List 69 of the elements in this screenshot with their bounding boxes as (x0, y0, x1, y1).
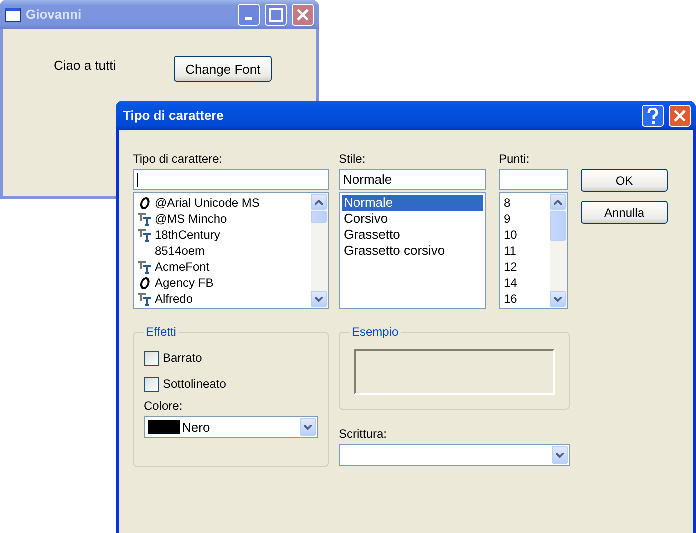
dialog-button[interactable]: Annulla (581, 201, 668, 224)
dropdown-button[interactable] (300, 418, 316, 436)
font-list-item[interactable]: Agency FB (136, 275, 309, 291)
script-dropdown[interactable] (339, 444, 570, 466)
double-t-icon (138, 228, 152, 242)
effects-legend: Effetti (144, 325, 178, 339)
close-icon (296, 8, 310, 22)
scrollbar[interactable] (311, 193, 328, 308)
minimize-icon (244, 17, 252, 20)
size-input[interactable] (499, 169, 568, 190)
checkbox[interactable] (144, 376, 159, 392)
size-list-item[interactable]: 10 (502, 227, 548, 243)
question-mark-icon (647, 108, 659, 124)
scroll-up-button[interactable] (550, 194, 566, 210)
checkbox-label: Barrato (163, 351, 202, 365)
dropdown-button[interactable] (552, 446, 568, 464)
style-list-item[interactable]: Corsivo (342, 211, 483, 227)
style-list-item[interactable]: Grassetto corsivo (342, 243, 483, 259)
style-list-item[interactable]: Grassetto (342, 227, 483, 243)
double-t-icon (138, 292, 152, 306)
checkbox-label: Sottolineato (163, 377, 226, 391)
dialog-title: Tipo di carattere (122, 108, 225, 123)
scrollbar-thumb[interactable] (550, 211, 566, 241)
color-dropdown[interactable]: Nero (144, 416, 318, 438)
close-icon (673, 108, 687, 122)
italic-o-icon (138, 276, 152, 290)
size-list-item[interactable]: 14 (502, 275, 548, 291)
close-button[interactable] (292, 4, 314, 26)
chevron-down-icon (304, 424, 312, 430)
font-list-item[interactable]: 8514oem (136, 243, 309, 259)
checkbox[interactable] (144, 350, 159, 366)
maximize-icon (269, 8, 283, 22)
size-list-item[interactable]: 12 (502, 259, 548, 275)
help-button[interactable] (642, 104, 664, 126)
script-label: Scrittura: (339, 427, 388, 443)
size-list-item[interactable]: 16 (502, 291, 548, 307)
dialog-button[interactable]: OK (581, 169, 668, 192)
font-list-item[interactable]: @Arial Unicode MS (136, 195, 309, 211)
double-t-icon (138, 212, 152, 226)
italic-o-icon (138, 196, 152, 210)
scrollbar[interactable] (550, 193, 567, 308)
scroll-up-button[interactable] (311, 194, 327, 210)
size-list-item[interactable]: 8 (502, 195, 548, 211)
scroll-down-button[interactable] (311, 291, 327, 307)
double-t-icon (138, 260, 152, 274)
scroll-down-button[interactable] (550, 291, 566, 307)
chevron-down-icon (556, 452, 564, 458)
maximize-button[interactable] (265, 4, 287, 26)
size-list-item[interactable]: 9 (502, 211, 548, 227)
window-title: Giovanni (26, 7, 83, 22)
sample-legend: Esempio (350, 325, 401, 339)
color-label: Colore: (144, 399, 184, 415)
size-label: Punti: (499, 152, 531, 168)
window-icon (5, 8, 21, 22)
font-input[interactable] (133, 169, 329, 190)
font-label: Tipo di carattere: (133, 152, 224, 168)
size-list-item[interactable]: 11 (502, 243, 548, 259)
style-list-item[interactable]: Normale (342, 195, 483, 211)
font-list-item[interactable]: @MS Mincho (136, 211, 309, 227)
change-font-button[interactable]: Change Font (174, 56, 272, 82)
font-list-item[interactable]: Alfredo (136, 291, 309, 307)
scrollbar-thumb[interactable] (311, 211, 327, 223)
minimize-button[interactable] (238, 4, 260, 26)
greeting-text: Ciao a tutti (54, 58, 116, 75)
font-list-item[interactable]: AcmeFont (136, 259, 309, 275)
font-list-item[interactable]: 18thCentury (136, 227, 309, 243)
style-input[interactable]: Normale (339, 169, 486, 190)
style-label: Stile: (339, 152, 367, 168)
close-button[interactable] (669, 104, 691, 126)
